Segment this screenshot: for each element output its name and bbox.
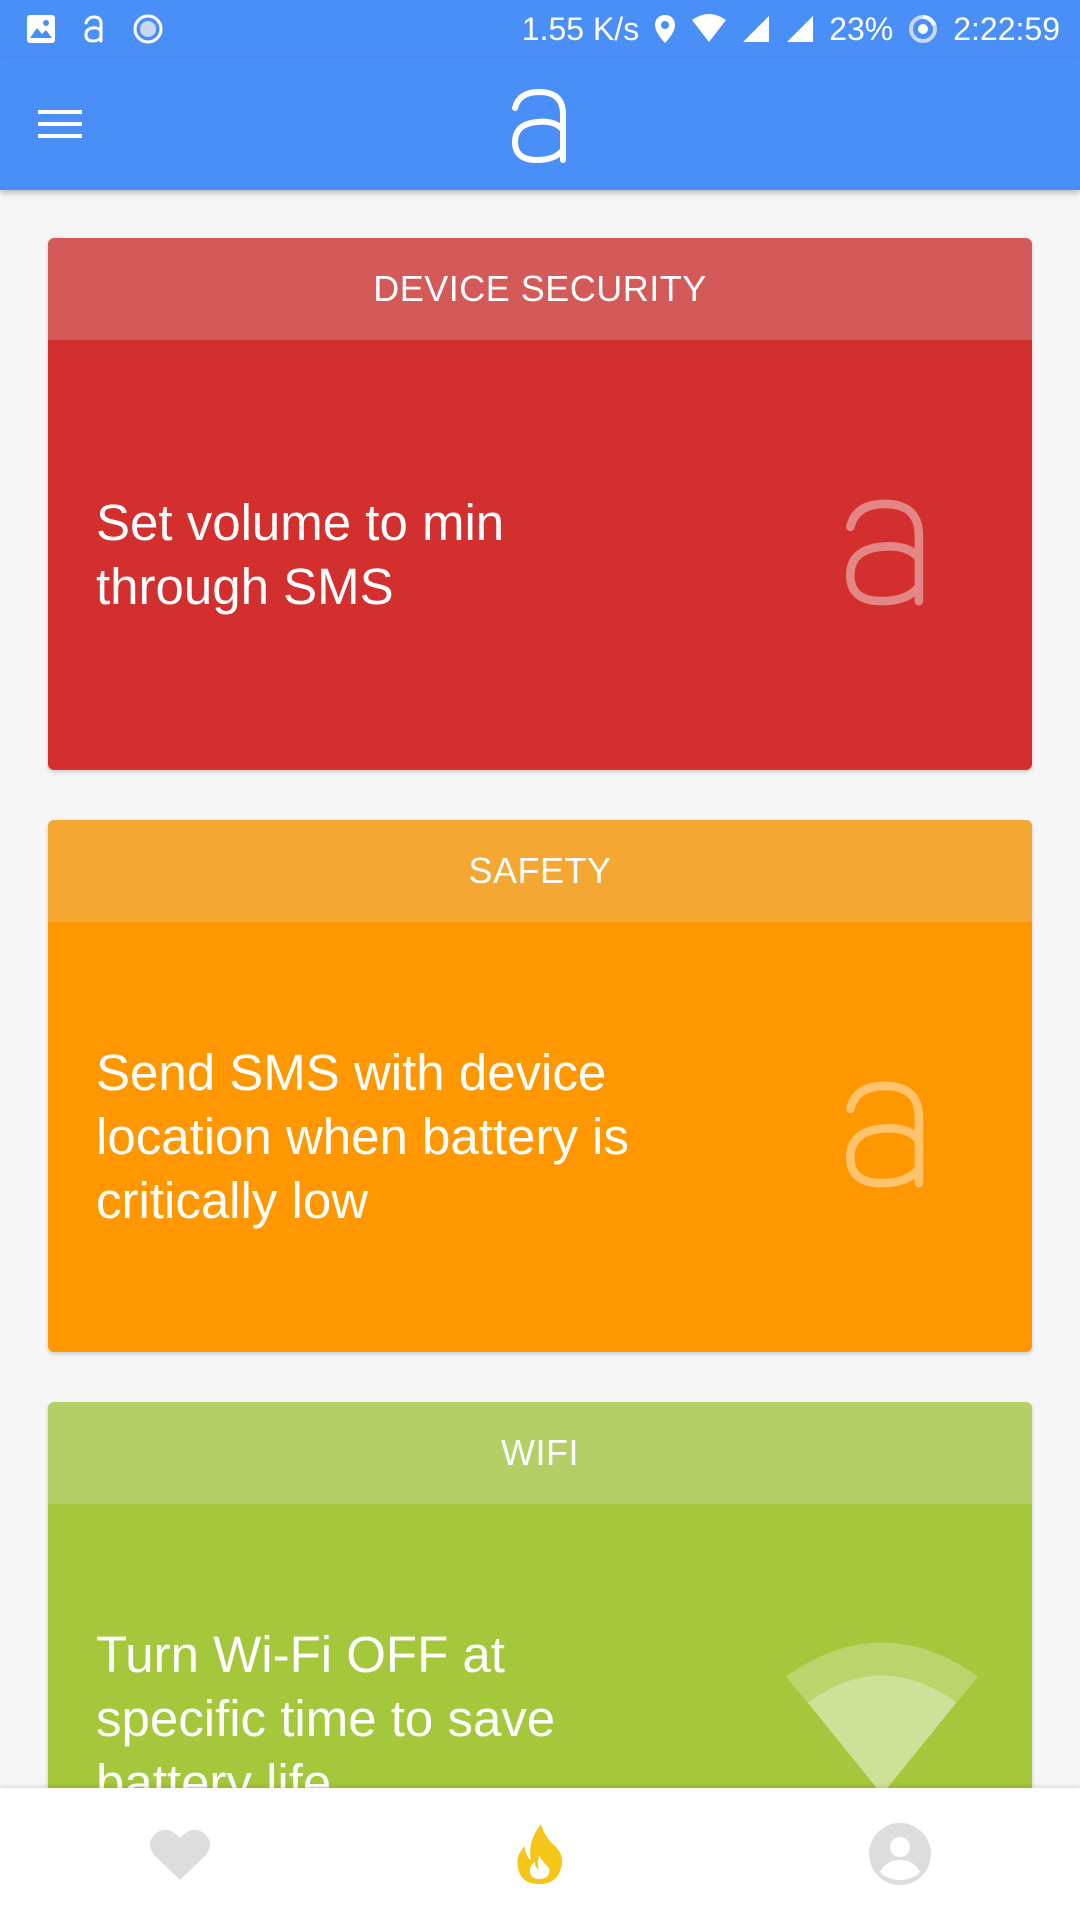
card-title: Send SMS with device location when batte… [96, 1044, 629, 1229]
heart-icon [150, 1829, 210, 1880]
app-logo-icon [505, 86, 575, 166]
card-category-label: WIFI [501, 1432, 579, 1473]
recipe-card-device-security[interactable]: DEVICE SECURITY Set volume to min throug… [48, 238, 1032, 770]
cell-signal-icon-2 [785, 14, 815, 44]
app-bar [0, 58, 1080, 190]
recipe-card-safety[interactable]: SAFETY Send SMS with device location whe… [48, 820, 1032, 1352]
app-notification-icon [82, 14, 106, 44]
hamburger-menu-icon [38, 110, 82, 138]
cell-signal-icon-1 [741, 14, 771, 44]
sync-circle-icon [132, 13, 164, 45]
card-category-header: DEVICE SECURITY [48, 238, 1032, 340]
card-body: Turn Wi-Fi OFF at specific time to save … [48, 1504, 1032, 1788]
clock: 2:22:59 [953, 10, 1060, 47]
flame-icon [517, 1824, 563, 1884]
app-logo-icon [836, 1075, 936, 1200]
wifi-signal-icon [691, 14, 727, 44]
card-category-header: WIFI [48, 1402, 1032, 1504]
nav-favorites[interactable] [110, 1788, 250, 1920]
card-title: Set volume to min through SMS [96, 494, 505, 615]
card-category-header: SAFETY [48, 820, 1032, 922]
bottom-navigation [0, 1788, 1080, 1920]
recipe-card-wifi[interactable]: WIFI Turn Wi-Fi OFF at specific time to … [48, 1402, 1032, 1788]
wifi-icon [784, 1637, 980, 1788]
app-logo-icon [836, 493, 936, 618]
battery-percentage: 23% [829, 10, 894, 47]
network-speed: 1.55 K/s [521, 10, 640, 47]
status-bar: 1.55 K/s 23% 2:22:59 [0, 0, 1080, 58]
nav-hot[interactable] [470, 1788, 610, 1920]
battery-saver-icon [907, 13, 939, 45]
card-body: Set volume to min through SMS [48, 340, 1032, 770]
nav-profile[interactable] [830, 1788, 970, 1920]
card-category-label: SAFETY [468, 850, 612, 891]
card-body: Send SMS with device location when batte… [48, 922, 1032, 1352]
account-icon [869, 1823, 931, 1885]
card-title: Turn Wi-Fi OFF at specific time to save … [96, 1626, 556, 1788]
menu-button[interactable] [28, 92, 92, 156]
location-icon [653, 13, 677, 45]
recipe-list: DEVICE SECURITY Set volume to min throug… [0, 190, 1080, 1788]
card-category-label: DEVICE SECURITY [373, 268, 707, 309]
gallery-icon [26, 14, 56, 44]
